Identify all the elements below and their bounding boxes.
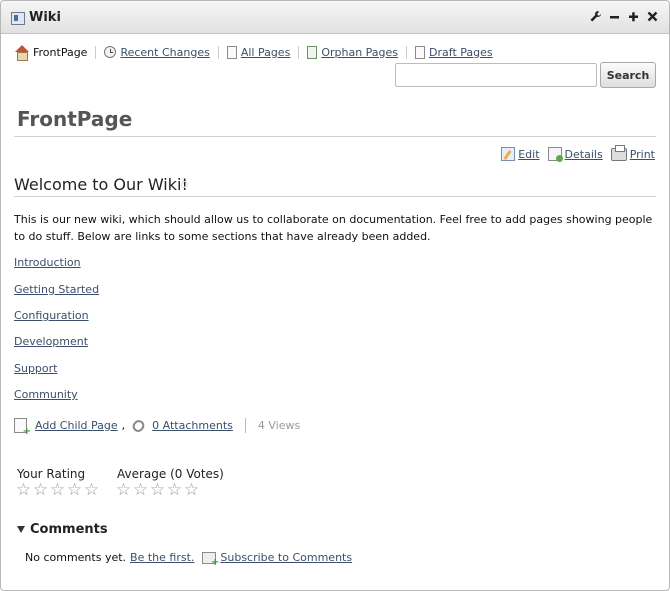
nav-separator: [217, 45, 219, 59]
title-divider: [14, 136, 656, 137]
your-rating-stars[interactable]: ☆ ☆ ☆ ☆ ☆: [15, 482, 100, 499]
comments-row: No comments yet. Be the first. Subscribe…: [25, 551, 352, 568]
nav-separator: [406, 45, 408, 59]
nav-all-pages-link[interactable]: All Pages: [241, 46, 291, 59]
views-separator: [244, 418, 246, 433]
nav-orphan-pages-link[interactable]: Orphan Pages: [321, 46, 398, 59]
minimize-icon[interactable]: [608, 10, 621, 25]
page-icon: [226, 45, 237, 59]
star-icon: ☆: [166, 480, 183, 500]
footer-comma: ,: [121, 419, 126, 432]
wrench-icon[interactable]: [589, 10, 602, 25]
nav-item-orphan-pages[interactable]: Orphan Pages: [307, 45, 398, 59]
wiki-heading: Welcome to Our Wiki!: [14, 175, 188, 194]
comments-title: Comments: [30, 522, 108, 537]
edit-icon: [501, 147, 516, 161]
star-icon[interactable]: ☆: [32, 482, 49, 499]
page-actions: Edit Details Print: [501, 144, 655, 162]
search-button[interactable]: Search: [600, 62, 656, 88]
add-child-page-link[interactable]: Add Child Page: [35, 419, 118, 432]
details-action[interactable]: Details: [547, 147, 603, 162]
section-link-configuration[interactable]: Configuration: [14, 309, 89, 322]
page-footer-bar: Add Child Page , 0 Attachments 4 Views: [14, 417, 301, 437]
page-title: FrontPage: [17, 107, 133, 131]
nav-front-page-link[interactable]: FrontPage: [33, 46, 87, 59]
wiki-portlet: Wiki FrontPage Recent Changes All Pages …: [0, 0, 670, 591]
star-icon: ☆: [183, 480, 200, 500]
be-the-first-link[interactable]: Be the first.: [130, 551, 194, 564]
clock-icon: [104, 46, 117, 58]
star-icon[interactable]: ☆: [15, 482, 32, 499]
your-rating-label: Your Rating: [17, 467, 86, 481]
star-icon: ☆: [132, 480, 149, 500]
maximize-icon[interactable]: [627, 10, 640, 25]
portlet-titlebar: Wiki: [1, 1, 669, 34]
details-link[interactable]: Details: [565, 148, 603, 161]
section-link-support[interactable]: Support: [14, 362, 57, 375]
subscribe-icon: [202, 551, 219, 568]
section-link-development[interactable]: Development: [14, 335, 88, 348]
draft-page-icon: [415, 45, 426, 59]
print-link[interactable]: Print: [630, 148, 655, 161]
home-icon: [14, 45, 29, 61]
view-count: 4 Views: [257, 419, 301, 432]
star-icon[interactable]: ☆: [49, 482, 66, 499]
print-icon: [610, 144, 627, 161]
nav-item-draft-pages[interactable]: Draft Pages: [415, 45, 493, 59]
star-icon[interactable]: ☆: [83, 482, 100, 499]
close-icon[interactable]: [646, 10, 659, 25]
details-icon: [547, 147, 563, 162]
star-icon: ☆: [115, 480, 132, 500]
nav-item-all-pages[interactable]: All Pages: [226, 45, 291, 59]
average-rating-stars: ☆ ☆ ☆ ☆ ☆: [115, 482, 200, 499]
section-link-getting-started[interactable]: Getting Started: [14, 283, 99, 296]
paperclip-icon: [130, 417, 147, 434]
wiki-portlet-icon: [11, 12, 25, 25]
nav-separator: [95, 45, 97, 59]
no-comments-text: No comments yet.: [25, 551, 127, 564]
nav-item-front-page[interactable]: FrontPage: [14, 45, 87, 61]
nav-draft-pages-link[interactable]: Draft Pages: [429, 46, 493, 59]
section-link-introduction[interactable]: Introduction: [14, 256, 81, 269]
orphan-page-icon: [307, 45, 318, 59]
section-link-community[interactable]: Community: [14, 388, 78, 401]
average-rating-label: Average (0 Votes): [117, 467, 224, 481]
search-input[interactable]: [395, 63, 597, 87]
star-icon: ☆: [149, 480, 166, 500]
add-page-icon: [14, 418, 31, 437]
heading-anchor-icon[interactable]: [181, 181, 188, 188]
portlet-title: Wiki: [29, 10, 61, 25]
portlet-controls: [589, 10, 659, 25]
subscribe-comments-link[interactable]: Subscribe to Comments: [220, 551, 352, 564]
edit-link[interactable]: Edit: [518, 148, 539, 161]
nav-item-recent-changes[interactable]: Recent Changes: [104, 46, 210, 59]
print-action[interactable]: Print: [610, 144, 655, 161]
expand-triangle-icon: [17, 526, 25, 533]
nav-recent-changes-link[interactable]: Recent Changes: [120, 46, 209, 59]
wiki-navigation: FrontPage Recent Changes All Pages Orpha…: [14, 45, 493, 61]
nav-separator: [298, 45, 300, 59]
intro-paragraph: This is our new wiki, which should allow…: [14, 213, 653, 243]
comments-toggle[interactable]: Comments: [17, 522, 108, 537]
heading-divider: [14, 196, 656, 197]
edit-action[interactable]: Edit: [501, 147, 540, 161]
attachments-link[interactable]: 0 Attachments: [152, 419, 233, 432]
star-icon[interactable]: ☆: [66, 482, 83, 499]
